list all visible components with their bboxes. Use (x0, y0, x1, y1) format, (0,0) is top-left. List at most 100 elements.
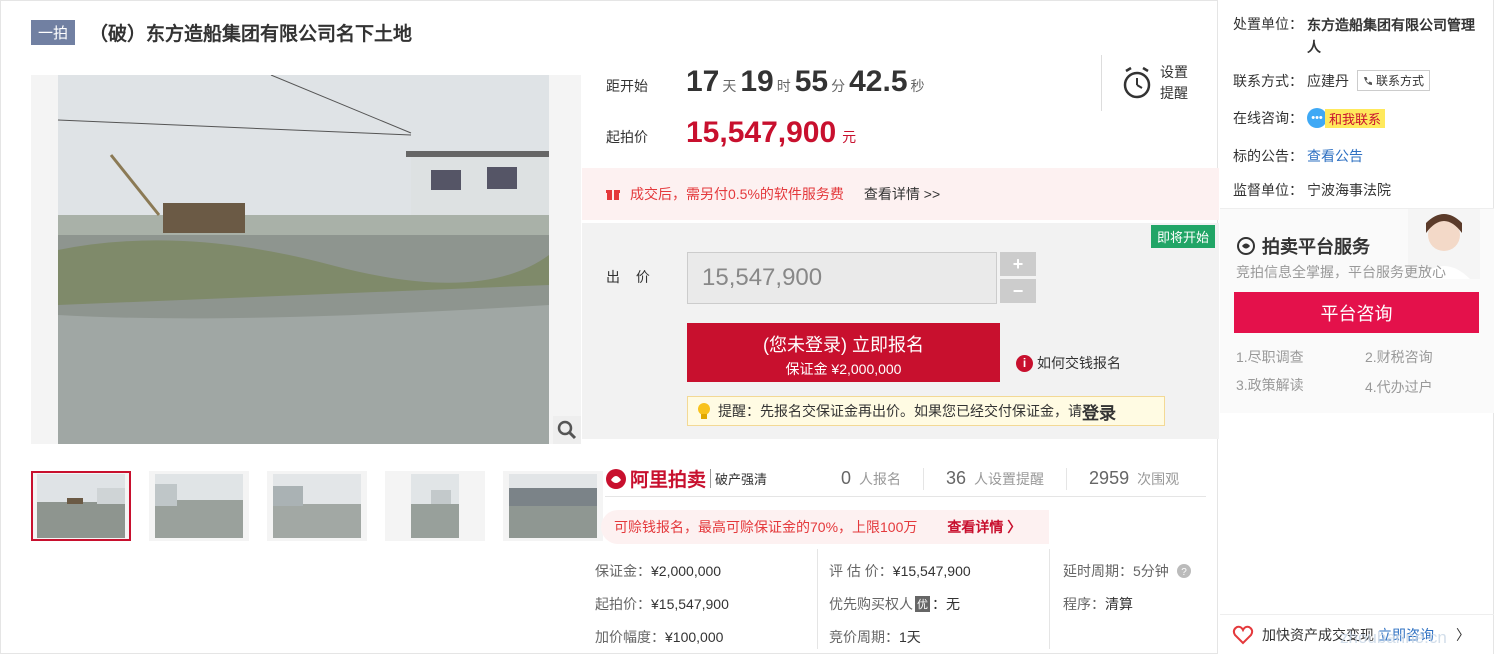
increase-bid-button[interactable]: + (1000, 252, 1036, 276)
reminder-count-num: 36 (946, 468, 967, 488)
info-value: ¥2,000,000 (651, 563, 722, 579)
main-photo[interactable] (31, 75, 581, 444)
phone-icon (1364, 76, 1372, 85)
remind-line2: 提醒 (1160, 85, 1188, 101)
info-procedure: 程序：清算 (1063, 594, 1133, 614)
loan-text: 可赊钱报名，最高可赊保证金的70%，上限100万 (614, 519, 918, 535)
how-to-pay-link[interactable]: i 如何交钱报名 (1016, 353, 1121, 373)
thumbnail-image (37, 474, 125, 538)
info-value: ¥15,547,900 (892, 563, 971, 579)
service-fee-text: 成交后，需另付0.5%的软件服务费 (630, 186, 844, 202)
view-notice-link[interactable]: 查看公告 (1307, 146, 1363, 166)
view-count: 2959 次围观 (1089, 468, 1179, 489)
service-subtitle: 竞拍信息全掌握，平台服务更放心 (1236, 264, 1446, 280)
info-icon: i (1016, 354, 1033, 372)
right-sidebar: 处置单位： 东方造船集团有限公司管理人 联系方式： 应建丹 联系方式 在线咨询：… (1220, 0, 1494, 654)
view-count-num: 2959 (1089, 468, 1130, 488)
info-key: 评 估 价： (829, 563, 893, 579)
start-price-unit: 元 (842, 129, 857, 145)
signup-button-label: (您未登录) 立即报名 (763, 335, 924, 355)
auction-logo-icon (606, 468, 626, 489)
platform-stats-row: 阿里拍卖 破产强清 0 人报名 36 人设置提醒 2959 次围观 (605, 461, 1206, 497)
divider (923, 467, 925, 490)
signup-count: 0 人报名 (841, 468, 901, 489)
service-fee-detail-link[interactable]: 查看详情 >> (864, 184, 940, 204)
question-icon[interactable]: ? (1176, 564, 1191, 578)
bid-label: 出 价 (606, 269, 656, 285)
ri-key: 监督单位： (1233, 182, 1303, 198)
info-key: 竞价周期： (829, 629, 899, 645)
disposal-unit-row: 处置单位： 东方造船集团有限公司管理人 (1233, 14, 1487, 58)
flooded-land-photo (31, 75, 581, 444)
platform-consult-button[interactable]: 平台咨询 (1234, 292, 1479, 333)
info-start-price: 起拍价：¥15,547,900 (595, 594, 729, 614)
auction-main-panel: 一拍 （破）东方造船集团有限公司名下土地 距开始 17 天 19 时 55 分 … (0, 0, 1219, 654)
info-value: ¥100,000 (665, 629, 724, 645)
round-badge: 一拍 (31, 20, 76, 45)
zoom-button[interactable] (553, 416, 581, 444)
signup-button[interactable]: (您未登录) 立即报名 保证金 ¥2,000,000 (687, 323, 1000, 382)
chat-icon: ••• (1307, 108, 1327, 128)
thumbnail-3[interactable] (267, 471, 367, 541)
deposit-loan-notice: 可赊钱报名，最高可赊保证金的70%，上限100万 查看详情 〉 (601, 510, 1049, 544)
contact-name: 应建丹 (1307, 72, 1349, 89)
ri-key: 处置单位： (1233, 16, 1303, 32)
decrease-bid-button[interactable]: − (1000, 279, 1036, 303)
contact-row: 联系方式： 应建丹 联系方式 (1233, 70, 1431, 91)
info-value: 清算 (1105, 596, 1133, 612)
service-item[interactable]: 1.尽职调查 (1236, 347, 1304, 367)
info-bid-period: 竞价周期：1天 (829, 627, 921, 647)
info-value: ：无 (932, 596, 960, 612)
start-price-value: 15,547,900 (686, 116, 837, 149)
online-chat-row: 在线咨询： ••• 和我联系 (1233, 108, 1386, 128)
bid-panel: 即将开始 出 价 + − (您未登录) 立即报名 保证金 ¥2,000,000 … (582, 223, 1219, 439)
reminder-count-label: 人设置提醒 (974, 471, 1045, 487)
start-price-label: 起拍价 (606, 129, 648, 145)
thumbnail-1[interactable] (31, 471, 131, 541)
countdown-minutes-unit: 分 (831, 78, 846, 94)
set-reminder-button[interactable]: 设置 提醒 (1101, 55, 1188, 111)
contact-button[interactable]: 联系方式 (1357, 70, 1431, 91)
loan-detail-link[interactable]: 查看详情 〉 (947, 517, 1021, 537)
ali-auction-logo: 阿里拍卖 破产强清 (605, 465, 841, 492)
thumbnail-2[interactable] (149, 471, 249, 541)
ri-key: 标的公告： (1233, 148, 1303, 164)
info-key: 加价幅度： (595, 629, 665, 645)
service-item[interactable]: 4.代办过户 (1365, 377, 1433, 397)
countdown-hours: 19 (740, 65, 774, 98)
service-fee-notice: 成交后，需另付0.5%的软件服务费 查看详情 >> (582, 168, 1219, 220)
countdown-label: 距开始 (606, 78, 648, 94)
bid-amount-input[interactable] (687, 252, 997, 304)
how-to-pay-label: 如何交钱报名 (1037, 355, 1121, 371)
info-increment: 加价幅度：¥100,000 (595, 627, 723, 647)
disposal-unit-value: 东方造船集团有限公司管理人 (1307, 17, 1475, 55)
info-delay: 延时周期： 5分钟 ? (1063, 561, 1191, 581)
divider (817, 549, 818, 649)
supervisor-value: 宁波海事法院 (1307, 182, 1391, 198)
reminder-count: 36 人设置提醒 (946, 468, 1044, 489)
service-title-row: 拍卖平台服务 (1236, 233, 1370, 259)
signup-count-label: 人报名 (859, 471, 902, 487)
priority-badge[interactable]: 优 (915, 596, 930, 612)
watermark: zhoubarine.cn (1340, 628, 1447, 647)
thumbnail-image (155, 474, 243, 538)
divider (1066, 467, 1068, 490)
info-appraisal: 评 估 价：¥15,547,900 (829, 561, 971, 581)
countdown-seconds: 42.5 (849, 65, 908, 98)
info-key: 延时周期： (1063, 563, 1133, 579)
info-priority: 优先购买权人 优 ：无 (829, 594, 960, 614)
logo-sub: 破产强清 (710, 469, 767, 488)
countdown: 距开始 17 天 19 时 55 分 42.5 秒 (606, 65, 929, 99)
tip-text: 提醒：先报名交保证金再出价。如果您已经交付保证金，请 (718, 403, 1082, 419)
info-value: 5分钟 (1133, 563, 1169, 579)
ri-key: 联系方式： (1233, 72, 1303, 89)
thumbnail-5[interactable] (503, 471, 603, 541)
contact-button-label: 联系方式 (1376, 74, 1425, 88)
thumbnail-4[interactable] (385, 471, 485, 541)
service-item[interactable]: 2.财税咨询 (1365, 347, 1433, 367)
login-link[interactable]: 登录 (1082, 399, 1116, 424)
info-key: 程序： (1063, 596, 1105, 612)
chat-button[interactable]: ••• 和我联系 (1307, 108, 1386, 128)
service-item[interactable]: 3.政策解读 (1236, 375, 1304, 395)
info-key: 保证金： (595, 563, 651, 579)
